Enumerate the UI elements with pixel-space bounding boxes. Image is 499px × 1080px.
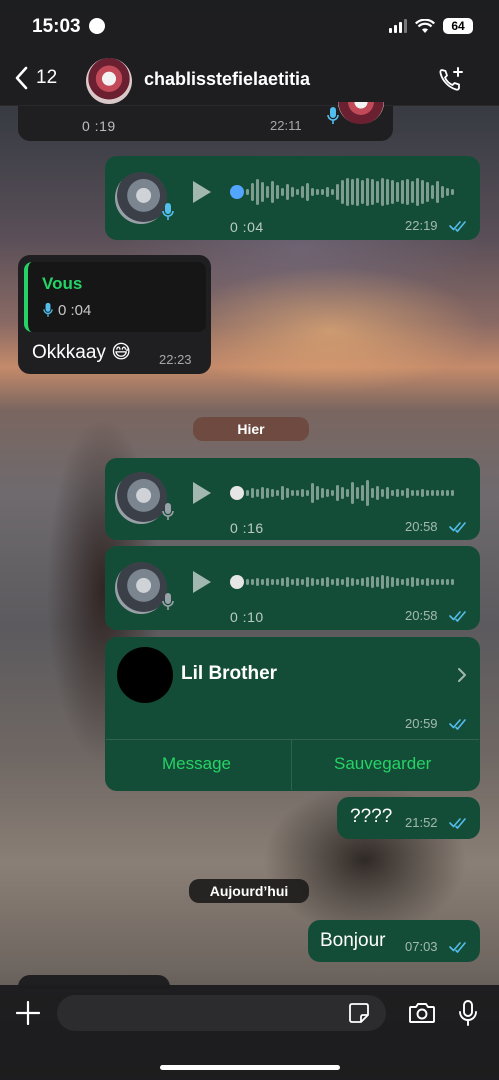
sticker-button[interactable] [348,1002,370,1029]
mic-icon [162,503,174,520]
voice-duration: 0 :19 [82,118,116,134]
date-separator: Aujourd’hui [189,879,309,903]
double-check-icon [449,611,466,622]
voice-message-outgoing[interactable]: 0 :04 22:19 [105,156,480,240]
message-text: Okkkaay 😅 [32,342,131,363]
microphone-icon [459,1000,477,1026]
play-icon[interactable] [193,482,211,504]
message-time: 20:58 [405,608,438,623]
message-time: 22:11 [270,118,302,133]
voice-duration: 0 :16 [230,520,264,536]
double-check-icon [449,221,466,232]
mic-icon [162,203,174,220]
double-check-icon [449,522,466,533]
contact-name[interactable]: chablisstefielaetitia [144,69,310,90]
quoted-duration: 0 :04 [58,302,92,319]
mic-icon [162,593,174,610]
voice-message-outgoing[interactable]: 0 :16 20:58 [105,458,480,540]
status-time: 15:03 [32,16,81,37]
quoted-message[interactable]: Vous 0 :04 [24,262,206,332]
call-add-button[interactable] [437,66,465,99]
playback-dot[interactable] [230,575,244,589]
play-icon[interactable] [193,571,211,593]
wifi-icon [415,18,435,33]
text-message-outgoing[interactable]: ???? 21:52 [337,797,480,839]
status-emoji-icon [89,18,105,34]
unread-count: 12 [36,67,58,88]
shared-contact-avatar [117,647,173,703]
shared-contact-name[interactable]: Lil Brother [181,663,277,685]
double-check-icon [449,719,466,730]
card-divider [291,740,292,790]
camera-icon [409,1003,435,1023]
plus-icon [15,1000,41,1026]
back-button[interactable]: 12 [14,66,57,90]
voice-duration: 0 :10 [230,609,264,625]
message-time: 20:59 [405,716,438,731]
message-time: 07:03 [405,939,438,954]
mic-icon [327,107,339,124]
voice-message-incoming[interactable]: 0 :19 22:11 [18,102,393,141]
play-icon[interactable] [193,181,211,203]
voice-record-button[interactable] [458,999,478,1032]
sticker-icon [349,1003,369,1023]
mic-icon [43,302,53,317]
save-contact-button[interactable]: Sauvegarder [334,754,431,774]
double-check-icon [449,818,466,829]
waveform[interactable] [246,176,454,208]
message-contact-button[interactable]: Message [162,754,231,774]
message-text: ???? [350,806,393,827]
chat-header: 12 chablisstefielaetitia [0,54,499,106]
contact-avatar[interactable] [86,58,132,104]
voice-duration: 0 :04 [230,219,264,235]
message-time: 20:58 [405,519,438,534]
back-chevron-icon [15,66,28,90]
camera-button[interactable] [408,1001,436,1030]
attach-button[interactable] [15,1000,41,1030]
message-time: 22:23 [159,352,192,367]
call-add-icon [439,67,463,91]
message-input[interactable] [57,995,386,1031]
battery-indicator: 64 [443,18,473,34]
status-indicators: 64 [389,18,473,34]
message-time: 21:52 [405,815,438,830]
waveform[interactable] [246,566,454,598]
voice-avatar [115,562,167,614]
home-indicator [160,1065,340,1070]
status-bar: 15:03 64 [0,0,499,54]
card-divider [106,739,479,740]
voice-avatar [115,472,167,524]
message-text: Bonjour [320,930,386,951]
double-check-icon [449,942,466,953]
voice-avatar [115,172,167,224]
playback-dot[interactable] [230,185,244,199]
playback-dot[interactable] [230,486,244,500]
voice-message-outgoing[interactable]: 0 :10 20:58 [105,546,480,630]
text-message-outgoing[interactable]: Bonjour 07:03 [308,920,480,962]
quoted-sender: Vous [42,274,83,293]
waveform[interactable] [246,477,454,509]
chevron-right-icon[interactable] [457,667,467,683]
date-separator: Hier [193,417,309,441]
signal-icon [389,19,407,33]
sender-avatar [338,102,384,124]
message-time: 22:19 [405,218,438,233]
